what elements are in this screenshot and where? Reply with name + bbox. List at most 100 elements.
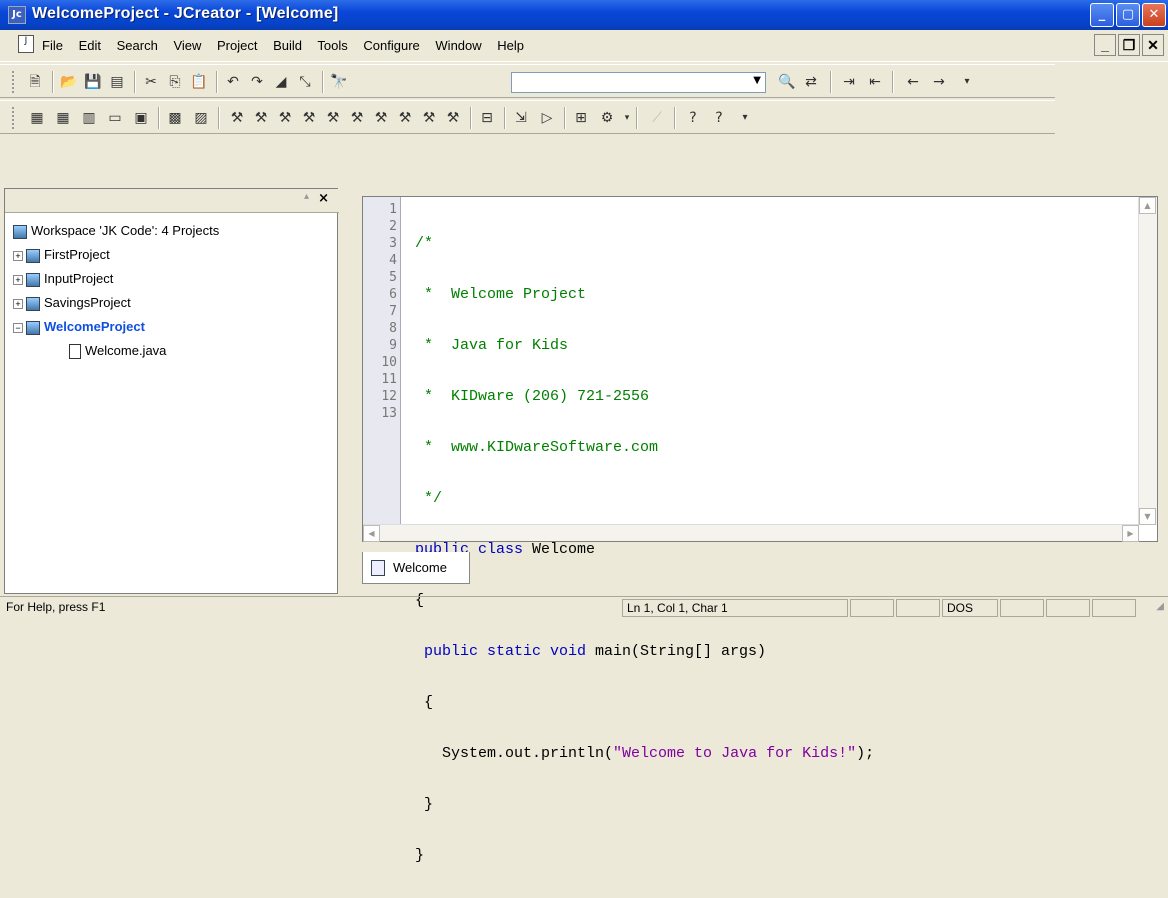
indent-icon[interactable]: ⇥: [840, 73, 858, 91]
code-editor[interactable]: 1 2 3 4 5 6 7 8 9 10 11 12 13 /* * Welcome Project *…: [362, 196, 1158, 864]
open-icon[interactable]: 📂: [60, 73, 78, 91]
workspace-view-icon[interactable]: ▦: [28, 109, 46, 127]
maximize-button[interactable]: ▢: [1116, 3, 1140, 27]
copy-icon[interactable]: ⎘: [166, 73, 184, 91]
tool8-icon[interactable]: ⚒: [396, 109, 414, 127]
tree-project-input[interactable]: + InputProject: [13, 267, 219, 291]
forward-icon[interactable]: →: [930, 73, 948, 91]
toolbar-options-icon[interactable]: ▾: [736, 109, 754, 127]
menu-window[interactable]: Window: [435, 38, 481, 53]
code-line: */: [415, 490, 443, 507]
save-all-icon[interactable]: ▤: [108, 73, 126, 91]
bookmark-icon[interactable]: ◢: [272, 73, 290, 91]
expand-icon[interactable]: +: [13, 274, 23, 285]
tool9-icon[interactable]: ⚒: [420, 109, 438, 127]
expand-icon[interactable]: +: [13, 298, 23, 309]
project-label: SavingsProject: [44, 295, 131, 310]
vertical-scrollbar[interactable]: ▲ ▼: [1138, 197, 1157, 525]
menu-tools[interactable]: Tools: [317, 38, 347, 53]
find-in-files-icon[interactable]: 🔍: [778, 73, 796, 91]
menu-help[interactable]: Help: [497, 38, 524, 53]
project-icon: [26, 320, 40, 335]
scroll-right-icon[interactable]: ▶: [1122, 525, 1139, 542]
debug-icon[interactable]: ⊞: [572, 109, 590, 127]
toolbar-options-icon[interactable]: ▾: [958, 73, 976, 91]
toolbar-grip[interactable]: [12, 71, 16, 93]
document-icon[interactable]: J: [18, 35, 34, 53]
tool5-icon[interactable]: ⚒: [324, 109, 342, 127]
resize-grip-icon[interactable]: ◢: [1156, 601, 1164, 612]
menu-search[interactable]: Search: [117, 38, 158, 53]
code-text[interactable]: /* * Welcome Project * Java for Kids * K…: [415, 201, 874, 898]
workspace-root[interactable]: Workspace 'JK Code': 4 Projects: [13, 219, 219, 243]
context-help-icon[interactable]: ?: [710, 109, 728, 127]
menu-view[interactable]: View: [173, 38, 201, 53]
menu-edit[interactable]: Edit: [79, 38, 101, 53]
status-cell: [896, 599, 940, 617]
data-view-icon[interactable]: ▨: [192, 109, 210, 127]
redo-icon[interactable]: ↷: [248, 73, 266, 91]
undo-icon[interactable]: ↶: [224, 73, 242, 91]
tool7-icon[interactable]: ⚒: [372, 109, 390, 127]
find-icon[interactable]: 🔭: [330, 73, 348, 91]
app-icon[interactable]: Jc: [8, 6, 26, 24]
close-button[interactable]: ✕: [1142, 3, 1166, 27]
new-file-icon[interactable]: 🗎: [26, 73, 44, 91]
tree-project-first[interactable]: + FirstProject: [13, 243, 219, 267]
scroll-up-icon[interactable]: ▲: [1139, 197, 1156, 214]
tree-file-welcome[interactable]: Welcome.java: [13, 339, 219, 363]
outdent-icon[interactable]: ⇤: [866, 73, 884, 91]
file-view-icon[interactable]: ▦: [54, 109, 72, 127]
help-icon[interactable]: ?: [684, 109, 702, 127]
replace-icon[interactable]: ⇄: [802, 73, 820, 91]
close-icon[interactable]: ×: [318, 191, 329, 206]
tool4-icon[interactable]: ⚒: [300, 109, 318, 127]
tool6-icon[interactable]: ⚒: [348, 109, 366, 127]
tool10-icon[interactable]: ⚒: [444, 109, 462, 127]
tab-welcome[interactable]: Welcome: [362, 552, 470, 584]
execute-project-icon[interactable]: ▷: [538, 109, 556, 127]
tree-project-welcome[interactable]: − WelcomeProject: [13, 315, 219, 339]
package-view-icon[interactable]: ▥: [80, 109, 98, 127]
code-line: {: [415, 694, 434, 711]
chevron-down-icon[interactable]: ▾: [618, 109, 636, 127]
horizontal-scrollbar[interactable]: ◀ ▶: [363, 524, 1139, 542]
tool3-icon[interactable]: ⚒: [276, 109, 294, 127]
output-view-icon[interactable]: ▭: [106, 109, 124, 127]
pin-icon[interactable]: ▴: [304, 191, 309, 202]
class-view-icon[interactable]: ▩: [166, 109, 184, 127]
java-file-icon: [69, 344, 81, 360]
mdi-close-button[interactable]: ✕: [1142, 34, 1164, 56]
toolbar-grip[interactable]: [12, 107, 16, 129]
separator: [470, 107, 472, 129]
menu-project[interactable]: Project: [217, 38, 257, 53]
scroll-down-icon[interactable]: ▼: [1139, 508, 1156, 525]
collapse-icon[interactable]: −: [13, 322, 23, 333]
compile-file-icon[interactable]: ⊟: [478, 109, 496, 127]
status-position: Ln 1, Col 1, Char 1: [622, 599, 848, 617]
dropdown-arrow-icon[interactable]: ▼: [753, 75, 761, 86]
menu-file[interactable]: File: [42, 38, 63, 53]
mdi-minimize-button[interactable]: _: [1094, 34, 1116, 56]
tool1-icon[interactable]: ⚒: [228, 109, 246, 127]
paste-icon[interactable]: 📋: [190, 73, 208, 91]
minimize-button[interactable]: _: [1090, 3, 1114, 27]
build-output-icon[interactable]: ▣: [132, 109, 150, 127]
menu-configure[interactable]: Configure: [363, 38, 419, 53]
find-combo[interactable]: ▼: [511, 72, 766, 93]
scroll-left-icon[interactable]: ◀: [363, 525, 380, 542]
save-icon[interactable]: 💾: [84, 73, 102, 91]
build-project-icon[interactable]: ⇲: [512, 109, 530, 127]
stop-icon[interactable]: ⟋: [648, 109, 666, 127]
menu-build[interactable]: Build: [273, 38, 302, 53]
cut-icon[interactable]: ✂: [142, 73, 160, 91]
back-icon[interactable]: ←: [904, 73, 922, 91]
tree-project-savings[interactable]: + SavingsProject: [13, 291, 219, 315]
tool2-icon[interactable]: ⚒: [252, 109, 270, 127]
mdi-restore-button[interactable]: ❐: [1118, 34, 1140, 56]
title-bar[interactable]: Jc WelcomeProject - JCreator - [Welcome]…: [0, 0, 1168, 30]
status-cell: [1000, 599, 1044, 617]
clear-bookmark-icon[interactable]: ⤡: [296, 73, 314, 91]
run-options-icon[interactable]: ⚙: [598, 109, 616, 127]
expand-icon[interactable]: +: [13, 250, 23, 261]
